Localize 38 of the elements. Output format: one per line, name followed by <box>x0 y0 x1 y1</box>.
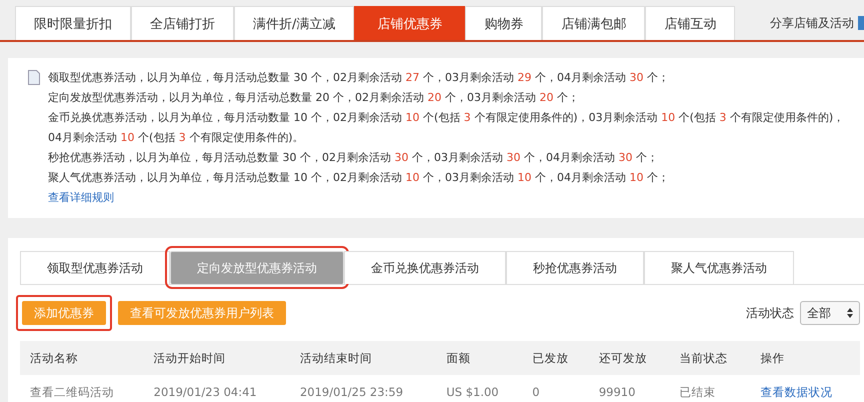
document-icon <box>28 70 40 85</box>
notice-text: 领取型优惠券活动，以月为单位，每月活动总数量 30 个，02月剩余活动 27 个，03月剩余活动 29 个，04月剩余活动 30 个； <box>48 70 670 86</box>
data-link[interactable]: 查看数据状况 <box>750 375 860 402</box>
notice-text: 定向发放型优惠券活动，以月为单位，每月活动总数量 20 个，02月剩余活动 20 个，03月剩余活动 20 个； <box>48 90 580 106</box>
caret-icon <box>847 307 853 319</box>
notice-text: 金币兑换优惠券活动，以月为单位，每月活动数量 10 个，02月剩余活动 10 个(包括 3 个有限定使用条件的)，03月剩余活动 10 个(包括 3 个有限定使用条件的)，04月剩余活动 10 个(包括 3 个有限定使用条件的)。 <box>48 110 846 146</box>
column-header: 当前状态 <box>670 341 751 375</box>
table-cell: 2019/01/25 23:59 <box>290 375 436 402</box>
notice-text: 聚人气优惠券活动，以月为单位，每月活动总数量 10 个，02月剩余活动 10 个，03月剩余活动 10 个，04月剩余活动 10 个； <box>48 170 670 186</box>
column-header: 活动开始时间 <box>144 341 290 375</box>
table-cell: 99910 <box>588 375 670 402</box>
table-cell: 已结束 <box>670 375 751 402</box>
table-cell: US $1.00 <box>436 375 522 402</box>
tab[interactable]: 满件折/满立减 <box>234 6 354 40</box>
rules-link[interactable]: 查看详细规则 <box>48 188 114 208</box>
tab[interactable]: 全店铺打折 <box>131 6 234 40</box>
tab[interactable]: 店铺互动 <box>645 6 736 40</box>
table-cell: 0 <box>522 375 589 402</box>
column-header: 活动名称 <box>20 341 144 375</box>
status-select[interactable]: 全部 <box>800 301 860 325</box>
notice-text: 秒抢优惠券活动，以月为单位，每月活动总数量 30 个，02月剩余活动 30 个，03月剩余活动 30 个，04月剩余活动 30 个； <box>48 150 659 166</box>
tab[interactable]: 店铺优惠券 <box>354 6 466 40</box>
tab[interactable]: 聚人气优惠券活动 <box>644 251 794 284</box>
column-header: 操作 <box>750 341 860 375</box>
tab[interactable]: 金币兑换优惠券活动 <box>344 251 506 284</box>
table-cell: 2019/01/23 04:41 <box>144 375 290 402</box>
table-cell: 查看二维码活动 <box>20 375 144 402</box>
tab[interactable]: 购物券 <box>465 6 542 40</box>
tab[interactable]: 限时限量折扣 <box>15 6 131 40</box>
tab[interactable]: 店铺满包邮 <box>542 6 646 40</box>
tab[interactable]: 秒抢优惠券活动 <box>506 251 644 284</box>
column-header: 还可发放 <box>588 341 670 375</box>
share-link[interactable]: 分享店铺及活动 <box>770 14 854 32</box>
column-header: 面额 <box>436 341 522 375</box>
filter-label: 活动状态 <box>746 304 794 322</box>
column-header: 活动结束时间 <box>290 341 436 375</box>
column-header: 已发放 <box>522 341 589 375</box>
tab[interactable]: 领取型优惠券活动 <box>20 251 170 284</box>
